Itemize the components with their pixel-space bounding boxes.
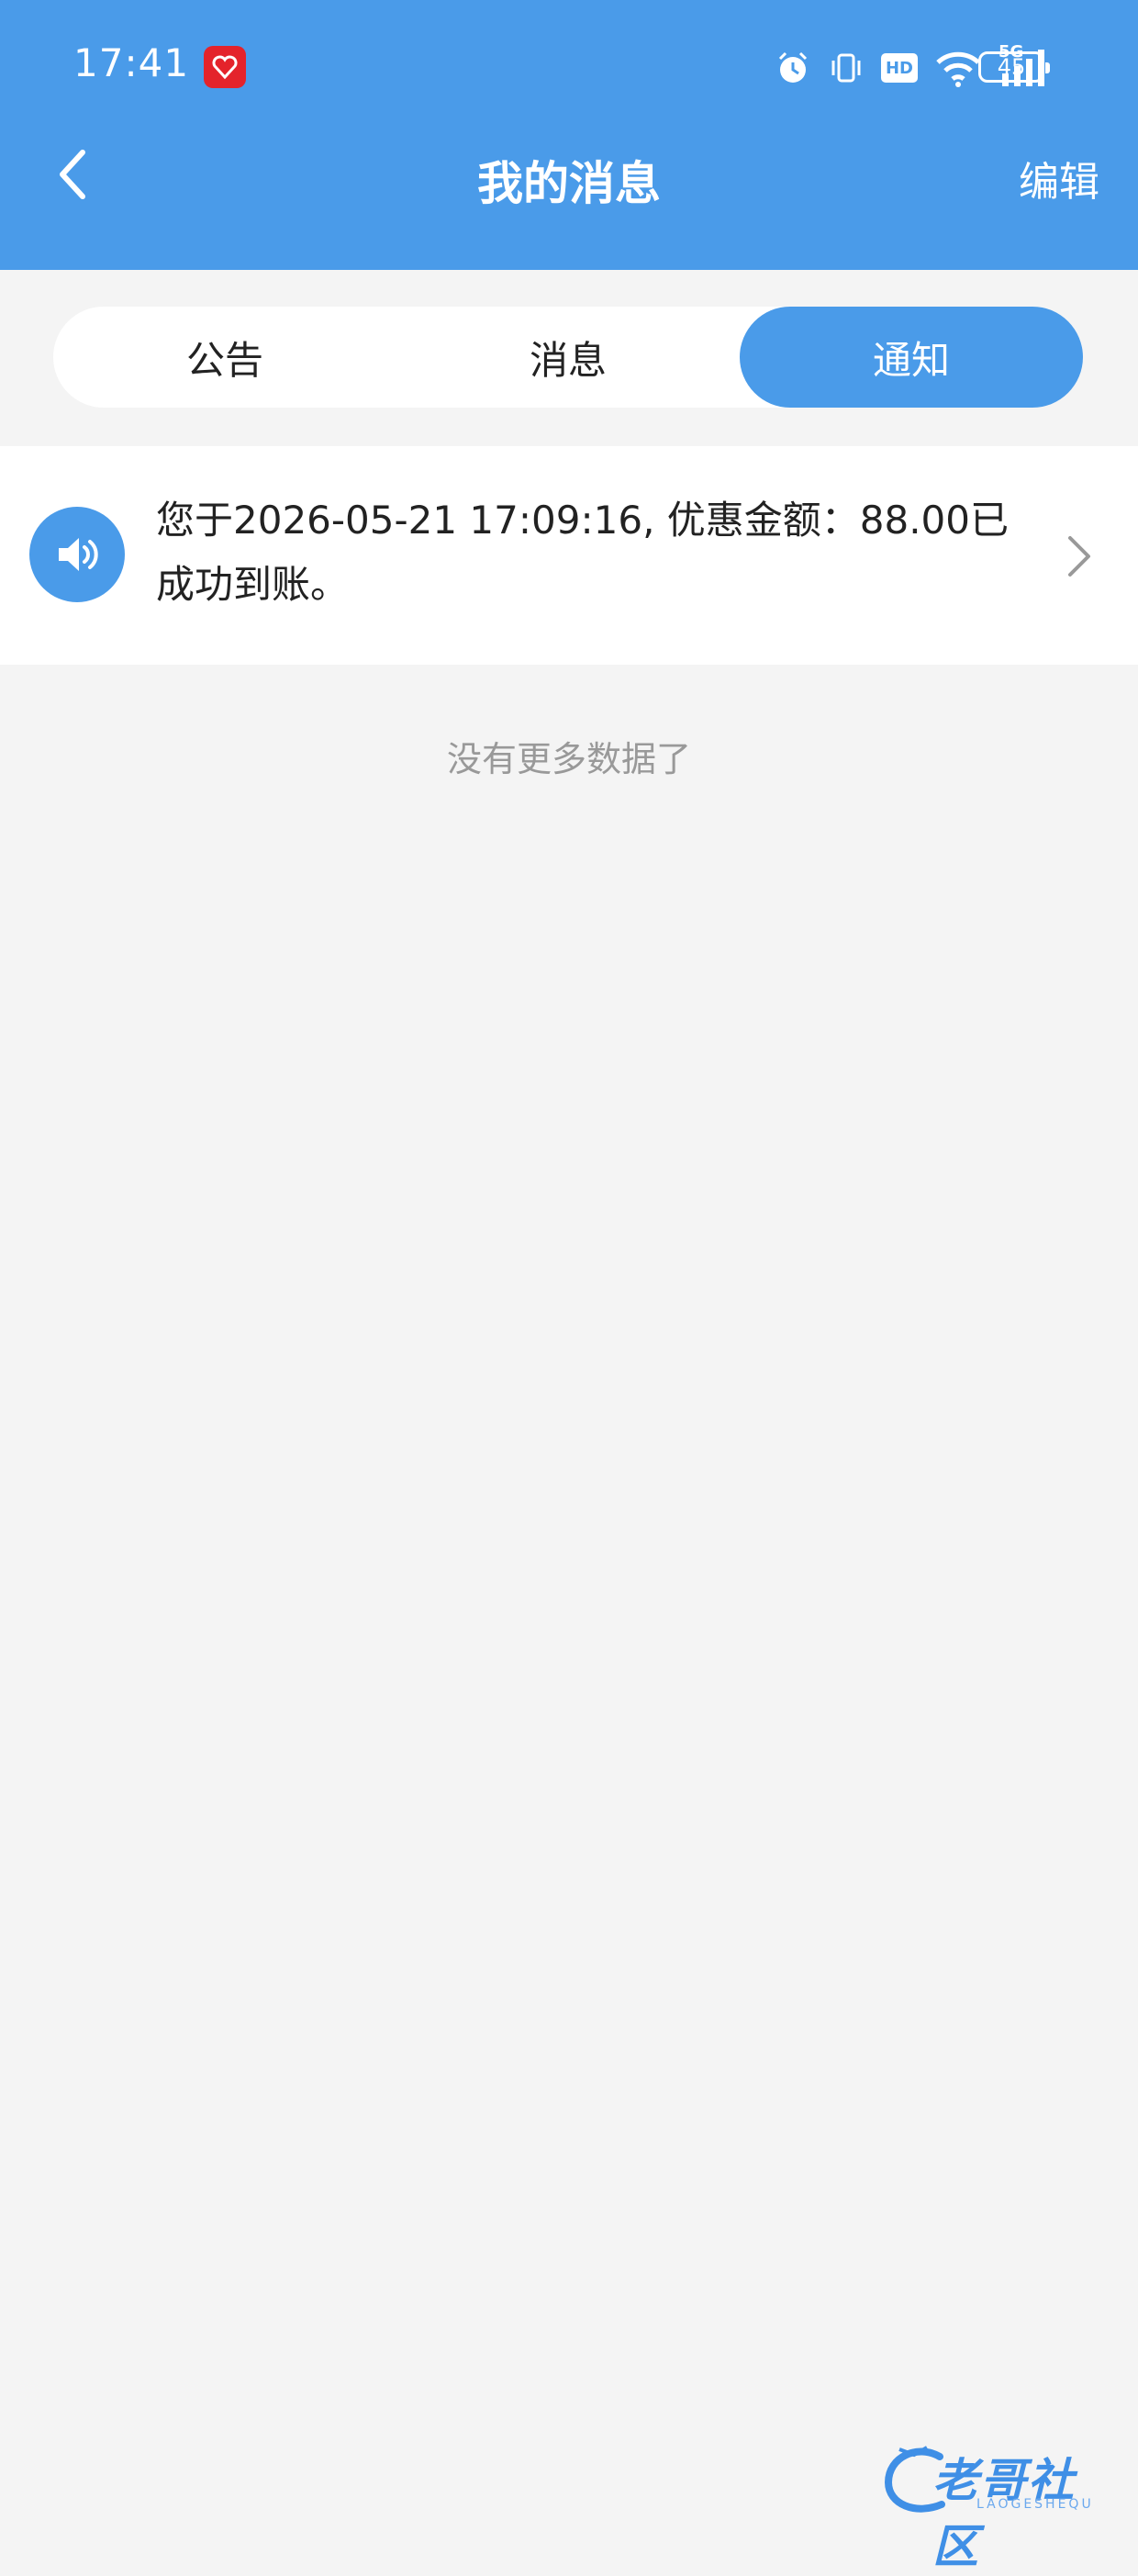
alarm-icon	[778, 51, 808, 83]
wifi-icon	[936, 51, 980, 87]
app-notification-icon	[204, 46, 246, 88]
speaker-icon	[29, 507, 125, 602]
tab-announcements[interactable]: 公告	[53, 307, 396, 408]
battery-level: 45	[997, 54, 1026, 80]
chevron-right-icon	[1068, 536, 1090, 577]
app-header: 17:41 HD 5G 45 我的消息 编辑	[0, 0, 1138, 270]
status-bar: 17:41 HD 5G 45	[0, 0, 1138, 138]
notification-text: 您于2026-05-21 17:09:16, 优惠金额：88.00已成功到账。	[156, 498, 1010, 607]
tab-notifications[interactable]: 通知	[740, 307, 1083, 408]
vibrate-icon	[831, 53, 861, 83]
message-tabs: 公告 消息 通知	[53, 307, 1083, 408]
tab-messages[interactable]: 消息	[396, 307, 740, 408]
nav-bar: 我的消息 编辑	[0, 138, 1138, 270]
edit-button[interactable]: 编辑	[1019, 149, 1099, 207]
status-time: 17:41	[73, 40, 190, 85]
battery-indicator: 45	[978, 51, 1050, 83]
notification-item[interactable]: 您于2026-05-21 17:09:16, 优惠金额：88.00已成功到账。	[0, 446, 1138, 665]
hd-icon: HD	[881, 53, 918, 83]
watermark-logo: 老哥社区 LAOGESHEQU	[881, 2440, 1121, 2573]
list-end-text: 没有更多数据了	[446, 739, 691, 779]
page-title: 我的消息	[477, 157, 661, 210]
watermark-subtext: LAOGESHEQU	[976, 2497, 1094, 2512]
